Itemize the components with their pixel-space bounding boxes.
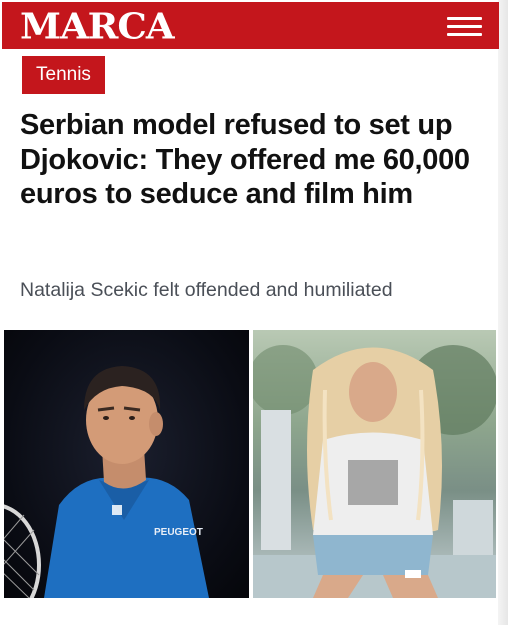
model-illustration	[253, 345, 496, 598]
scroll-edge	[498, 0, 508, 625]
menu-line	[447, 33, 482, 36]
hamburger-menu-icon[interactable]	[447, 15, 482, 37]
menu-line	[447, 17, 482, 20]
site-header: MARCA	[2, 2, 499, 49]
tennis-player-illustration: PEUGEOT	[4, 366, 209, 598]
article-image-model[interactable]	[253, 330, 496, 598]
svg-text:PEUGEOT: PEUGEOT	[154, 527, 203, 538]
category-tag[interactable]: Tennis	[22, 56, 105, 94]
article-subheadline: Natalija Scekic felt offended and humili…	[20, 279, 393, 301]
marca-logo[interactable]: MARCA	[20, 7, 175, 45]
menu-line	[447, 25, 482, 28]
article-headline: Serbian model refused to set up Djokovic…	[20, 109, 470, 210]
article-image-tennis-player[interactable]: PEUGEOT	[4, 330, 249, 598]
